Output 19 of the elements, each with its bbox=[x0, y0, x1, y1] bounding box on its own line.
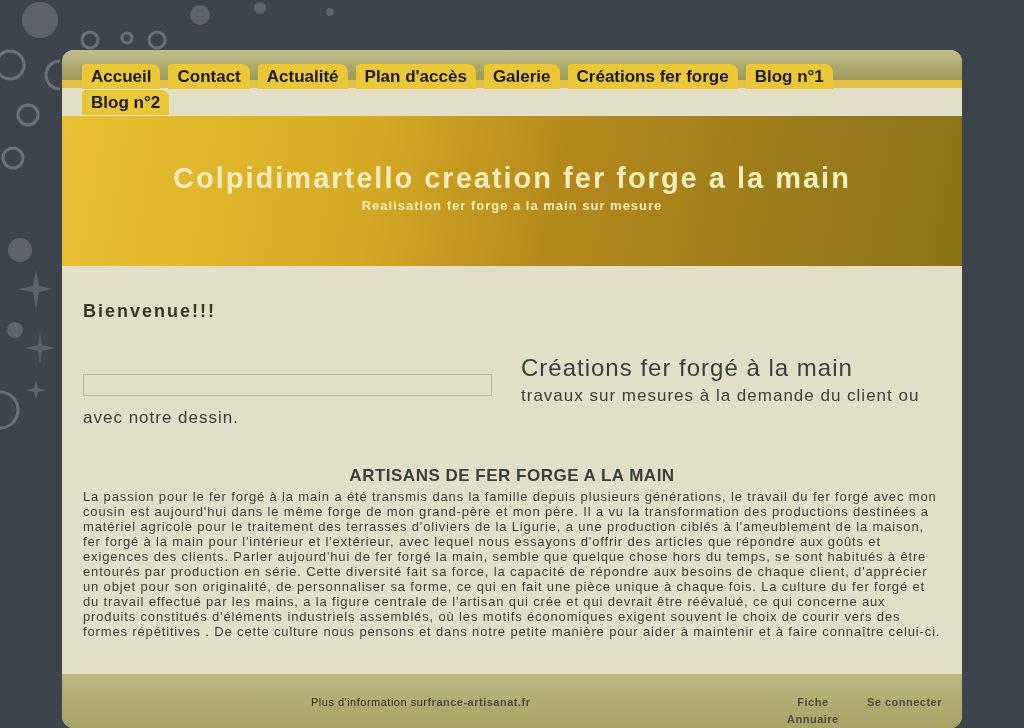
footer-link[interactable]: Se connecter bbox=[866, 694, 942, 727]
nav-tab[interactable]: Blog n°2 bbox=[82, 90, 170, 115]
welcome-heading: Bienvenue!!! bbox=[83, 300, 217, 323]
section-heading: ARTISANS DE FER FORGE A LA MAIN bbox=[348, 465, 676, 487]
nav-tab[interactable]: Actualité bbox=[257, 64, 348, 89]
nav-tab[interactable]: Plan d'accès bbox=[355, 64, 476, 89]
nav-tab[interactable]: Accueil bbox=[82, 64, 161, 89]
footer-link[interactable]: Fiche Annuaire bbox=[784, 694, 841, 727]
nav-tab[interactable]: Contact bbox=[168, 64, 250, 89]
body-paragraph: La passion pour le fer forgé à la main a été transmis dans la famille depuis plusieurs générations, le travail du fer forgé avec mon cousin est aujourd'hui dans le même forge de mon grand-père et mon père. Il a vu la transformation des productions destinées a matériel agricole pour le traitement des terrasses d'oliviers de la Ligurie, a une production ciblés à l'ameublement de la maison, fer forgé à la main pour l'intérieur et l'extérieur, avec lequel nous essayons d'offrir des articles que répondre aux goûts et exigences des clients. Parler aujourd'hui de fer forgé la main, semble que quelque chose hors du temps, se sont habitués à être entourés par production en série. Cette diversité fait sa force, la capacité de répondre aux besoins de chaque client, d'apprécier un objet pour son originalité, de personnaliser sa forme, ce qui en fait une pièce unique à chaque fois. La culture du fer forgé et du travail effectué par les mains, a la figure centrale de l'artisan qui crée et qui devrait être réévalué, ce qui concerne aux produits constitués d'éléments industriels assemblés, où les motifs économiques exigent souvent le choix de courir vers des formes répétitives . De cette culture nous pensons et dans notre petite manière pour aider à maintenir et à faire connaître celui-ci. bbox=[83, 488, 941, 639]
feature-heading: Créations fer forgé à la main bbox=[520, 353, 854, 383]
site-title: Colpidimartello creation fer forge a la main bbox=[173, 161, 851, 196]
nav-tab[interactable]: Créations fer forge bbox=[567, 64, 738, 89]
footer-info-text: Plus d'information sur bbox=[311, 695, 428, 710]
nav-tab[interactable]: Blog n°1 bbox=[745, 64, 833, 89]
feature-text: travaux sur mesures à la demande du client ou avec notre dessin. bbox=[83, 385, 921, 429]
site-subtitle: Realisation fer forge a la main sur mesure bbox=[361, 197, 663, 215]
nav-tab[interactable]: Galerie bbox=[483, 64, 560, 89]
footer-link[interactable]: france-artisanat.fr bbox=[427, 694, 531, 711]
